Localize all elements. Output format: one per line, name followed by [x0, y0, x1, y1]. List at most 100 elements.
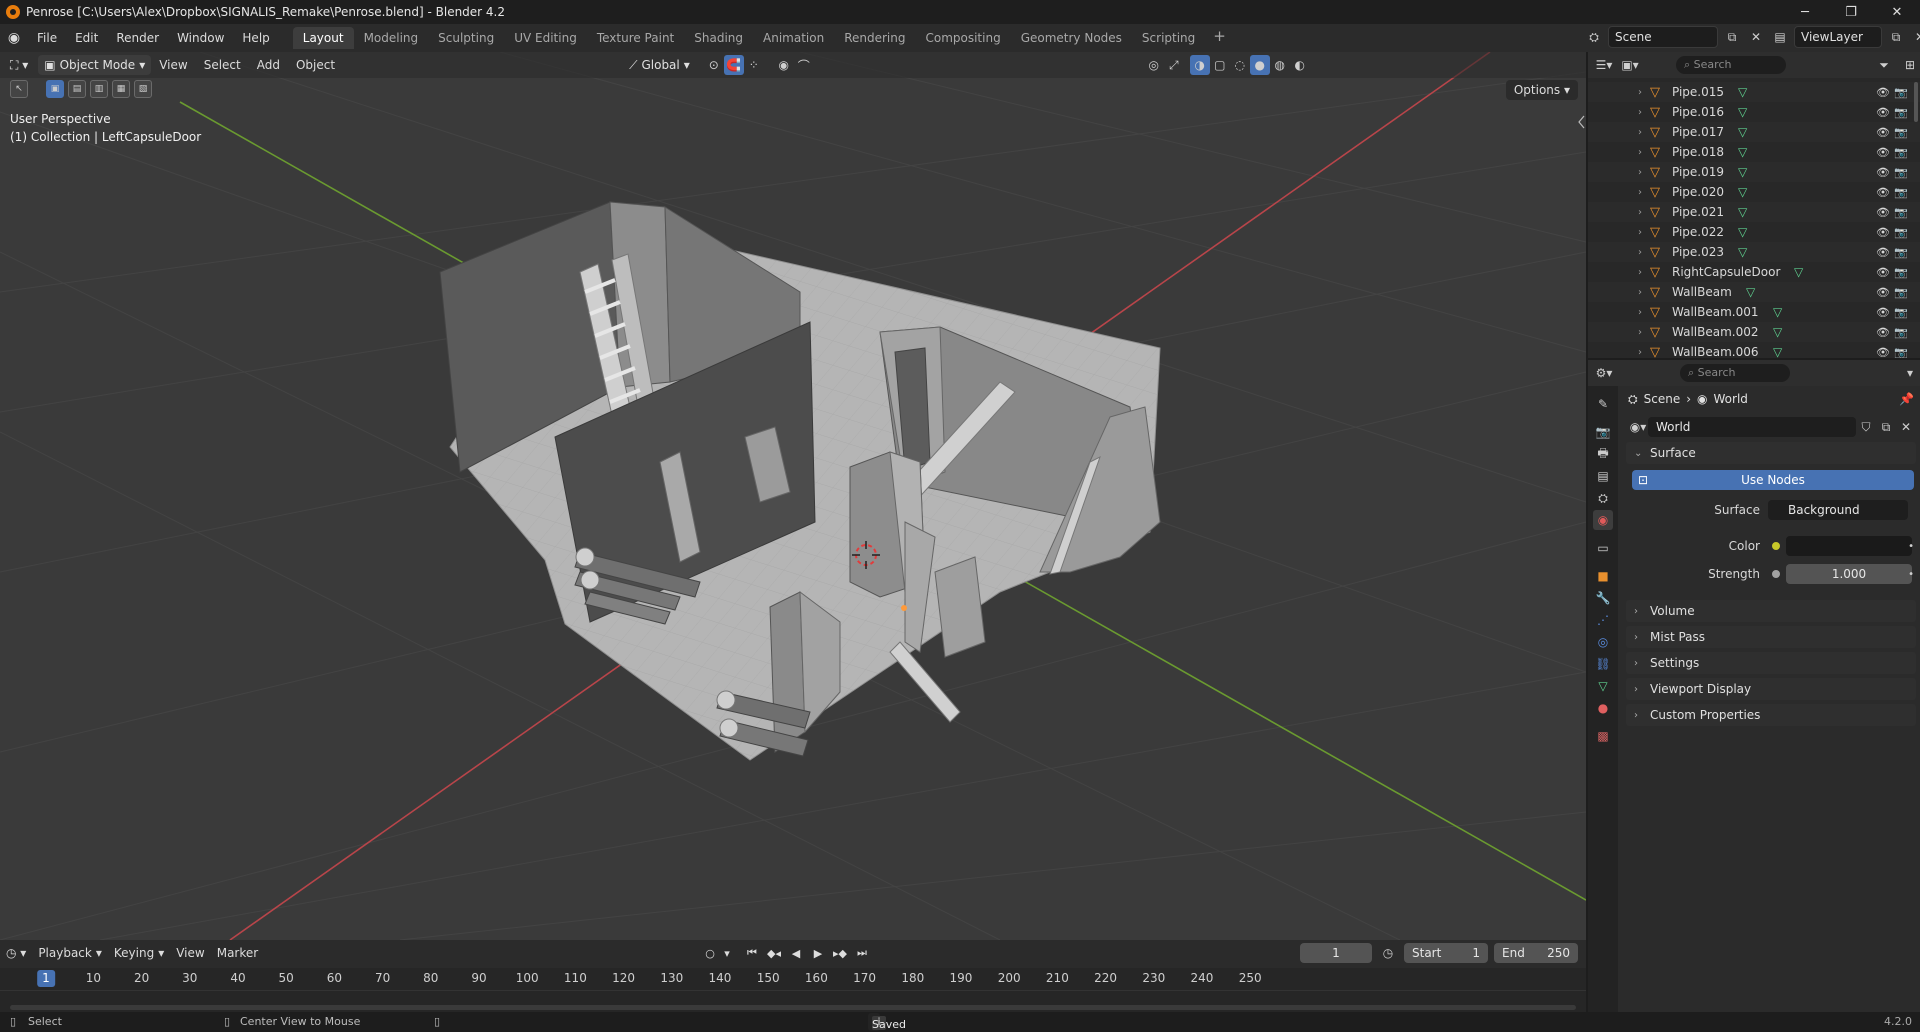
scene-icon[interactable]: ⛭: [1584, 27, 1604, 47]
outliner-row[interactable]: › ▽ Pipe.018 ▽ 👁 📷: [1588, 142, 1920, 162]
tab-compositing[interactable]: Compositing: [915, 27, 1010, 49]
scene-tab-icon[interactable]: ⛭: [1593, 488, 1613, 508]
start-frame-field[interactable]: Start 1: [1404, 943, 1488, 963]
outliner-row[interactable]: › ▽ WallBeam.006 ▽ 👁 📷: [1588, 342, 1920, 359]
outliner-item-name[interactable]: WallBeam.006: [1672, 345, 1759, 358]
frame-ruler[interactable]: 1 10 20 30 40 50 60 70 80 90 100 110 120 130 140 150 16…: [0, 968, 1586, 990]
viewport-menu-add[interactable]: Add: [249, 58, 288, 72]
breadcrumb-scene[interactable]: Scene: [1644, 392, 1681, 406]
outliner-row[interactable]: › ▽ RightCapsuleDoor ▽ 👁 📷: [1588, 262, 1920, 282]
expand-chevron-icon[interactable]: ›: [1638, 327, 1642, 338]
eye-icon[interactable]: 👁: [1876, 246, 1890, 259]
outliner-row[interactable]: › ▽ Pipe.017 ▽ 👁 📷: [1588, 122, 1920, 142]
camera-icon[interactable]: 📷: [1894, 126, 1908, 139]
snap-icon[interactable]: 🧲: [723, 55, 744, 75]
tab-animation[interactable]: Animation: [753, 27, 834, 49]
object-mode-dropdown[interactable]: ▣ Object Mode ▾: [38, 55, 152, 75]
minimize-button[interactable]: ─: [1782, 0, 1828, 24]
viewport-menu-view[interactable]: View: [151, 58, 195, 72]
view-layer-icon[interactable]: ▤: [1770, 27, 1790, 47]
viewport-scene[interactable]: [0, 52, 1586, 940]
scene-selector[interactable]: Scene: [1608, 26, 1718, 48]
camera-icon[interactable]: 📷: [1894, 346, 1908, 359]
editor-type-icon[interactable]: ⛶ ▾: [4, 55, 34, 75]
expand-chevron-icon[interactable]: ›: [1638, 167, 1642, 178]
camera-icon[interactable]: 📷: [1894, 206, 1908, 219]
tab-modeling[interactable]: Modeling: [354, 27, 429, 49]
new-collection-icon[interactable]: ⊞: [1900, 55, 1920, 75]
mesh-data-icon[interactable]: ▽: [1738, 85, 1747, 99]
chevron-down-icon[interactable]: ▾: [1900, 363, 1920, 383]
current-frame-field[interactable]: 1: [1300, 943, 1372, 963]
keyframe-dot-icon[interactable]: •: [1908, 569, 1914, 580]
physics-tab-icon[interactable]: ◎: [1593, 632, 1613, 652]
mesh-data-icon[interactable]: ▽: [1746, 285, 1755, 299]
menu-help[interactable]: Help: [233, 27, 278, 49]
eye-icon[interactable]: 👁: [1876, 306, 1890, 319]
jump-prev-keyframe-icon[interactable]: ◆◂: [764, 944, 784, 962]
use-nodes-button[interactable]: ⊡ Use Nodes: [1632, 470, 1914, 490]
outliner-item-name[interactable]: Pipe.020: [1672, 185, 1724, 199]
tab-sculpting[interactable]: Sculpting: [428, 27, 504, 49]
camera-icon[interactable]: 📷: [1894, 246, 1908, 259]
outliner-editor-type-icon[interactable]: ☰▾: [1594, 55, 1614, 75]
select-new-icon[interactable]: ▣: [46, 80, 64, 98]
camera-icon[interactable]: 📷: [1894, 286, 1908, 299]
outliner-row[interactable]: › ▽ Pipe.019 ▽ 👁 📷: [1588, 162, 1920, 182]
expand-chevron-icon[interactable]: ›: [1638, 127, 1642, 138]
outliner-item-name[interactable]: Pipe.015: [1672, 85, 1724, 99]
camera-icon[interactable]: 📷: [1894, 306, 1908, 319]
expand-chevron-icon[interactable]: ›: [1638, 227, 1642, 238]
add-workspace-icon[interactable]: +: [1205, 27, 1234, 49]
select-extend-icon[interactable]: ▤: [68, 80, 86, 98]
world-name-field[interactable]: World: [1648, 417, 1856, 437]
new-view-layer-icon[interactable]: ⧉: [1886, 27, 1906, 47]
object-tab-icon[interactable]: ■: [1593, 566, 1613, 586]
viewport-menu-object[interactable]: Object: [288, 58, 343, 72]
snap-target-icon[interactable]: ⁘: [744, 55, 764, 75]
panel-surface[interactable]: ⌄ Surface: [1626, 442, 1916, 464]
view-layer-tab-icon[interactable]: ▤: [1593, 466, 1613, 486]
display-mode-icon[interactable]: ▣▾: [1620, 55, 1640, 75]
preview-range-icon[interactable]: ◷: [1378, 943, 1398, 963]
select-subtract-icon[interactable]: ▥: [90, 80, 108, 98]
outliner-row[interactable]: › ▽ WallBeam.001 ▽ 👁 📷: [1588, 302, 1920, 322]
outliner-item-name[interactable]: Pipe.017: [1672, 125, 1724, 139]
outliner-row[interactable]: › ▽ Pipe.016 ▽ 👁 📷: [1588, 102, 1920, 122]
eye-icon[interactable]: 👁: [1876, 266, 1890, 279]
world-tab-icon[interactable]: ◉: [1593, 510, 1613, 530]
delete-view-layer-icon[interactable]: ✕: [1910, 27, 1920, 47]
particles-tab-icon[interactable]: ⋰: [1593, 610, 1613, 630]
eye-icon[interactable]: 👁: [1876, 226, 1890, 239]
rendered-shading-icon[interactable]: ◐: [1290, 55, 1310, 75]
playhead[interactable]: 1: [37, 970, 55, 987]
pin-icon[interactable]: 📌: [1899, 392, 1914, 406]
fake-user-icon[interactable]: ⛉: [1856, 417, 1876, 437]
constraints-tab-icon[interactable]: ⛓: [1593, 654, 1613, 674]
surface-shader-field[interactable]: Background: [1768, 500, 1908, 520]
expand-chevron-icon[interactable]: ›: [1638, 87, 1642, 98]
strength-field[interactable]: 1.000: [1786, 564, 1912, 584]
outliner-row[interactable]: › ▽ WallBeam.002 ▽ 👁 📷: [1588, 322, 1920, 342]
tab-geometry-nodes[interactable]: Geometry Nodes: [1011, 27, 1132, 49]
tab-texture-paint[interactable]: Texture Paint: [587, 27, 684, 49]
expand-chevron-icon[interactable]: ›: [1638, 347, 1642, 358]
delete-scene-icon[interactable]: ✕: [1746, 27, 1766, 47]
auto-keying-icon[interactable]: ○: [700, 944, 720, 962]
outliner-item-name[interactable]: WallBeam.001: [1672, 305, 1759, 319]
tab-rendering[interactable]: Rendering: [834, 27, 915, 49]
outliner-item-name[interactable]: RightCapsuleDoor: [1672, 265, 1780, 279]
camera-icon[interactable]: 📷: [1894, 166, 1908, 179]
mesh-data-icon[interactable]: ▽: [1738, 125, 1747, 139]
expand-chevron-icon[interactable]: ›: [1638, 307, 1642, 318]
menu-edit[interactable]: Edit: [66, 27, 107, 49]
transform-orientation-dropdown[interactable]: ⟋ Global ▾: [623, 55, 696, 75]
camera-icon[interactable]: 📷: [1894, 186, 1908, 199]
expand-chevron-icon[interactable]: ›: [1638, 267, 1642, 278]
eye-icon[interactable]: 👁: [1876, 86, 1890, 99]
proportional-edit-icon[interactable]: ◉: [774, 55, 794, 75]
mesh-data-icon[interactable]: ▽: [1738, 225, 1747, 239]
eye-icon[interactable]: 👁: [1876, 166, 1890, 179]
mesh-data-icon[interactable]: ▽: [1738, 165, 1747, 179]
timeline-view-menu[interactable]: View: [170, 946, 210, 960]
